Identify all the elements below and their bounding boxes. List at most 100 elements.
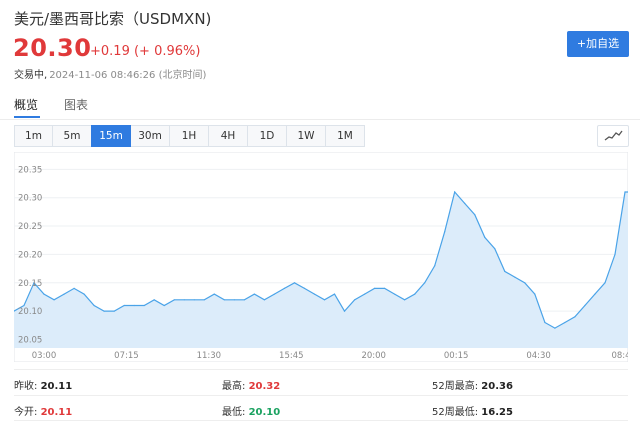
y-tick-label: 20.30 [18,194,42,204]
data-point [594,293,596,295]
data-point [494,248,496,250]
data-point [183,299,185,301]
tab-overview[interactable]: 概览 [14,96,38,113]
price-chart: 20.35 20.30 20.25 20.20 20.15 20.10 20.05 03:0… [14,152,628,362]
stat-prev-close: 昨收: 20.11 [14,377,72,392]
y-tick-label: 20.10 [18,307,42,317]
range-button-5m[interactable]: 5m [52,125,92,147]
tab-divider [0,119,640,120]
range-button-1d[interactable]: 1D [247,125,287,147]
data-point [313,293,316,295]
x-tick-label: 11:30 [197,351,222,361]
data-point [343,310,346,312]
data-point [534,293,536,295]
quote-timestamp: 2024-11-06 08:46:26 (北京时间) [49,70,207,81]
range-button-30m[interactable]: 30m [130,125,170,147]
time-range-selector: 1m 5m 15m 30m 1H 4H 1D 1W 1M [14,125,365,147]
stats-divider [14,395,628,396]
data-point [203,299,205,301]
stats-divider [14,420,628,421]
stat-value: 20.11 [40,381,73,392]
data-point [213,293,215,295]
stat-value: 16.25 [481,407,513,418]
trading-status: 交易中, [14,70,48,81]
stat-value: 20.36 [481,381,513,392]
data-point [444,231,446,233]
stat-label: 今开: [14,407,38,418]
range-button-4h[interactable]: 4H [208,125,248,147]
range-button-15m[interactable]: 15m [91,125,131,147]
data-point [123,304,125,307]
data-point [354,299,356,301]
stat-52w-low: 52周最低: 16.25 [432,403,513,418]
data-point [93,304,95,307]
data-point [404,299,406,301]
data-point [584,304,586,307]
last-price: 20.30 [13,34,92,62]
data-point [614,253,616,255]
data-point [514,276,516,278]
data-point [193,299,195,301]
data-point [474,214,476,216]
x-tick-label: 20:00 [361,351,386,361]
add-to-watchlist-button[interactable]: +加自选 [567,31,629,57]
y-tick-label: 20.25 [18,222,42,232]
price-change: +0.19 (+ 0.96%) [90,44,201,59]
tab-charts[interactable]: 图表 [64,96,88,113]
stat-label: 最低: [222,407,246,418]
stat-label: 昨收: [14,381,38,392]
stat-day-low: 最低: 20.10 [222,403,280,418]
data-point [394,293,396,295]
data-point [163,304,165,307]
x-tick-label: 07:15 [114,351,139,361]
chart-type-toggle[interactable] [597,125,629,147]
data-point [43,293,45,295]
data-point [574,316,576,318]
active-tab-indicator [14,116,40,118]
data-point [414,293,416,295]
data-point [223,299,225,301]
data-point [624,191,626,193]
data-point [484,236,486,238]
data-point [364,293,366,295]
stat-label: 52周最低: [432,407,479,418]
x-tick-label: 08:4 [611,351,628,361]
data-point [504,270,506,272]
x-tick-label: 15:45 [279,351,304,361]
data-point [564,321,566,324]
range-button-1m[interactable]: 1m [14,125,53,147]
trading-status-line: 交易中, 2024-11-06 08:46:26 (北京时间) [14,66,206,81]
data-point [554,327,556,329]
y-tick-label: 20.20 [18,250,42,260]
data-point [323,299,326,301]
stats-divider [14,369,628,370]
y-tick-label: 20.05 [18,335,42,345]
stat-label: 52周最高: [432,381,479,392]
data-point [283,287,285,289]
data-point [293,282,296,284]
data-point [424,282,426,284]
range-button-1m-month[interactable]: 1M [325,125,365,147]
data-point [133,304,135,307]
data-point [53,299,55,301]
x-tick-label: 04:30 [526,351,551,361]
data-point [143,304,145,307]
x-tick-label: 00:15 [444,351,469,361]
stat-label: 最高: [222,381,246,392]
data-point [83,293,85,295]
stat-value: 20.11 [40,407,73,418]
range-button-1w[interactable]: 1W [286,125,326,147]
data-point [153,299,155,301]
stat-open: 今开: 20.11 [14,403,72,418]
data-point [233,299,235,301]
range-button-1h[interactable]: 1H [169,125,209,147]
data-point [454,191,456,193]
stat-value: 20.10 [248,407,281,418]
data-point [103,310,105,312]
stat-52w-high: 52周最高: 20.36 [432,377,513,392]
data-point [464,202,466,204]
data-point [63,293,65,295]
data-point [604,282,606,284]
data-point [374,287,376,289]
data-point [263,299,265,301]
